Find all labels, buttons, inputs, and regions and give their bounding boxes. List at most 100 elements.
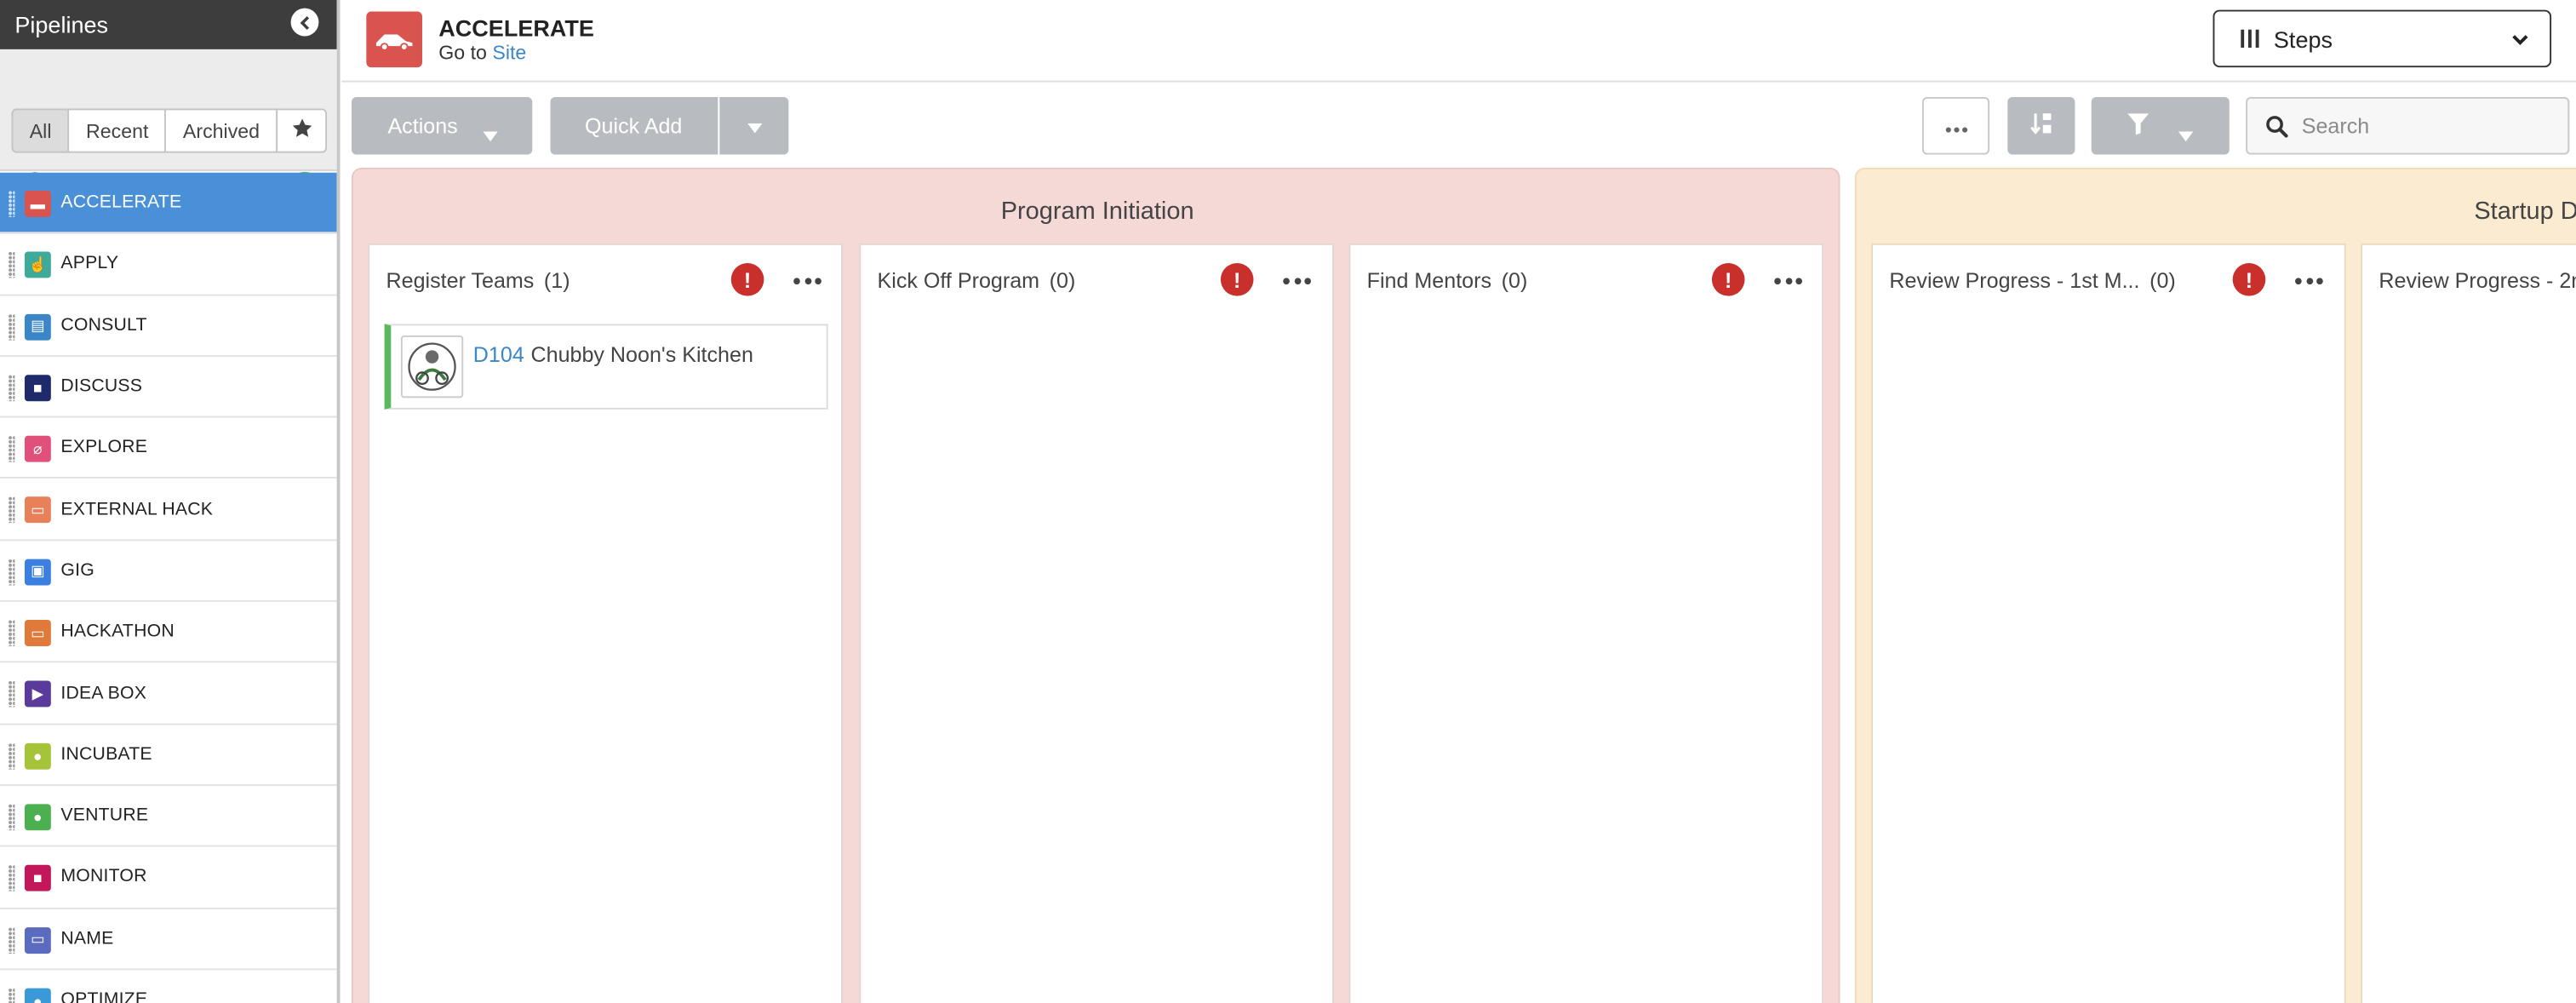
column-name: Review Progress - 1st M... <box>1889 267 2140 293</box>
site-link[interactable]: Site <box>492 41 526 64</box>
sidebar-item-external-hack[interactable]: ▭ EXTERNAL HACK <box>0 479 337 541</box>
binoculars-icon: ■ <box>24 865 51 892</box>
briefcase-icon: ▣ <box>24 559 51 586</box>
column-menu-icon[interactable] <box>2295 278 2323 285</box>
alert-icon[interactable]: ! <box>730 262 764 296</box>
drag-handle-icon[interactable] <box>8 252 15 278</box>
view-select-value: Steps <box>2273 25 2333 52</box>
card-text: D104 Chubby Noon's Kitchen <box>473 342 753 367</box>
sidebar-item-monitor[interactable]: ■ MONITOR <box>0 847 337 909</box>
drag-handle-icon[interactable] <box>8 681 15 708</box>
go-to-label: Go to <box>438 41 487 65</box>
filter-archived-button[interactable]: Archived <box>164 108 278 153</box>
sidebar-item-apply[interactable]: ☝ APPLY <box>0 234 337 295</box>
collapse-sidebar-icon[interactable] <box>290 8 319 37</box>
sidebar-item-accelerate[interactable]: ▬ ACCELERATE <box>0 172 337 234</box>
filter-button[interactable] <box>2091 96 2230 155</box>
drag-handle-icon[interactable] <box>8 191 15 217</box>
actions-label: Actions <box>387 113 458 139</box>
favorites-button[interactable] <box>276 108 328 153</box>
column-title: Register Teams (1) <box>386 268 570 293</box>
sidebar-item-label: NAME <box>60 928 114 949</box>
quick-add-label: Quick Add <box>585 113 683 139</box>
alert-icon[interactable]: ! <box>2232 262 2266 296</box>
sidebar-item-label: CONSULT <box>60 315 147 335</box>
alert-icon[interactable]: ! <box>1220 262 1254 296</box>
drag-handle-icon[interactable] <box>8 804 15 831</box>
column-register-teams: Register Teams (1) ! D104 Chubby Noon's Ki… <box>368 243 844 1003</box>
more-options-button[interactable] <box>1921 96 1990 155</box>
filter-all-button[interactable]: All <box>11 108 70 153</box>
laptop-icon: ▭ <box>24 497 51 524</box>
column-name: Review Progress - 2n <box>2379 267 2576 293</box>
sidebar-item-label: VENTURE <box>60 805 149 826</box>
document-icon: ▤ <box>24 313 51 340</box>
stage-title: Program Initiation <box>1000 197 1194 226</box>
sidebar-item-venture[interactable]: ● VENTURE <box>0 786 337 848</box>
columns-icon <box>2239 28 2260 49</box>
alert-icon[interactable]: ! <box>1711 262 1745 296</box>
sidebar-item-discuss[interactable]: ■ DISCUSS <box>0 357 337 418</box>
star-icon <box>290 117 313 145</box>
drag-handle-icon[interactable] <box>8 313 15 340</box>
sidebar-title: Pipelines <box>14 11 109 38</box>
filter-segment: All Recent Archived <box>11 108 328 153</box>
page-header: ACCELERATE Go to Site Steps <box>341 0 2576 83</box>
drag-handle-icon[interactable] <box>8 926 15 954</box>
drag-handle-icon[interactable] <box>8 559 15 586</box>
caret-down-icon <box>747 113 762 138</box>
drag-handle-icon[interactable] <box>8 436 15 463</box>
car-icon <box>366 11 422 68</box>
sidebar-item-label: APPLY <box>60 254 119 274</box>
column-name: Find Mentors <box>1366 267 1492 293</box>
actions-button[interactable]: Actions <box>351 96 533 155</box>
filter-recent-button[interactable]: Recent <box>67 108 167 153</box>
megaphone-icon: ▶ <box>24 681 51 708</box>
column-count: (0) <box>1501 267 1528 293</box>
filter-icon <box>2127 112 2150 139</box>
sidebar-item-consult[interactable]: ▤ CONSULT <box>0 295 337 357</box>
sidebar-item-gig[interactable]: ▣ GIG <box>0 541 337 602</box>
sort-icon <box>2029 112 2052 140</box>
search-input[interactable] <box>2301 113 2549 139</box>
sort-button[interactable] <box>2007 96 2075 155</box>
drag-handle-icon[interactable] <box>8 375 15 401</box>
caret-down-icon <box>483 122 498 146</box>
view-select[interactable]: Steps <box>2212 9 2552 68</box>
card-id[interactable]: D104 <box>473 342 524 367</box>
sidebar-item-label: GIG <box>60 560 94 581</box>
sidebar-header: Pipelines <box>0 0 337 49</box>
sidebar-item-hackathon[interactable]: ▭ HACKATHON <box>0 602 337 663</box>
column-review-progress-1: Review Progress - 1st M... (0) ! <box>1871 243 2346 1003</box>
quick-add-button[interactable]: Quick Add <box>550 96 718 155</box>
project-card[interactable]: D104 Chubby Noon's Kitchen <box>384 324 828 410</box>
sidebar-item-name[interactable]: ▭ NAME <box>0 908 337 971</box>
column-title: Review Progress - 1st M... (0) <box>1889 268 2175 293</box>
column-menu-icon[interactable] <box>1283 278 1312 285</box>
drag-handle-icon[interactable] <box>8 865 15 892</box>
sidebar-item-optimize[interactable]: ● OPTIMIZE <box>0 970 337 1003</box>
hand-pointer-icon: ☝ <box>24 252 51 278</box>
column-name: Register Teams <box>386 267 535 293</box>
compass-icon: ⌀ <box>24 436 51 463</box>
sidebar-item-incubate[interactable]: ● INCUBATE <box>0 725 337 787</box>
sidebar-item-explore[interactable]: ⌀ EXPLORE <box>0 418 337 479</box>
drag-handle-icon[interactable] <box>8 742 15 770</box>
stage-title: Startup D <box>2474 197 2576 226</box>
sidebar-item-label: EXTERNAL HACK <box>60 499 214 519</box>
column-menu-icon[interactable] <box>793 278 821 285</box>
card-name: Chubby Noon's Kitchen <box>530 341 753 367</box>
quick-add-dropdown-button[interactable] <box>719 96 789 155</box>
drag-handle-icon[interactable] <box>8 988 15 1003</box>
gauge-icon: ● <box>24 988 51 1003</box>
drag-handle-icon[interactable] <box>8 497 15 524</box>
column-count: (0) <box>2150 267 2176 293</box>
sidebar-item-label: DISCUSS <box>60 376 143 397</box>
pipelines-sidebar: Pipelines All Recent Archived ▬ ACCELERA… <box>0 0 341 1003</box>
drag-handle-icon[interactable] <box>8 620 15 647</box>
sidebar-item-label: IDEA BOX <box>60 683 147 703</box>
column-review-progress-2: Review Progress - 2n <box>2361 243 2576 1003</box>
laptop-icon: ▭ <box>24 620 51 647</box>
sidebar-item-idea-box[interactable]: ▶ IDEA BOX <box>0 663 337 725</box>
column-menu-icon[interactable] <box>1774 278 1803 285</box>
